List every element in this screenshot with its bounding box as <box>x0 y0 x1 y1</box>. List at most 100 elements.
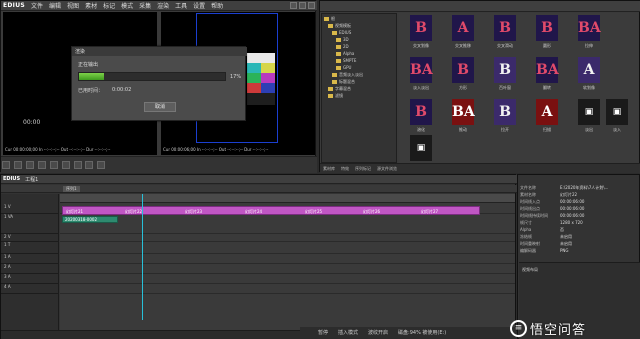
set-in-icon[interactable] <box>2 161 10 169</box>
clip-tile[interactable]: B 方形 <box>441 57 485 95</box>
menu-item-mode[interactable]: 模式 <box>121 1 133 10</box>
track-row <box>60 242 515 254</box>
cancel-button[interactable]: 取消 <box>144 102 176 112</box>
step-back-icon[interactable] <box>37 161 46 169</box>
info-row: 时间线入点 00:00:06:00 <box>520 199 640 205</box>
effect-item[interactable]: 视频布局 <box>522 267 538 273</box>
tab-effects[interactable]: 特效 <box>341 166 349 172</box>
clip-thumbnail: BA <box>452 99 475 125</box>
menu-item-capture[interactable]: 采集 <box>139 1 151 10</box>
clip-caption: 方形 <box>459 85 467 90</box>
track-header[interactable]: 2 V <box>1 234 59 242</box>
playhead[interactable] <box>142 194 143 320</box>
track-header[interactable]: 1 V <box>1 204 59 214</box>
tree-item[interactable]: 字幕混合 <box>328 86 351 92</box>
project-name: 工程1 <box>25 176 39 183</box>
menu-item-view[interactable]: 视图 <box>67 1 79 10</box>
track-header[interactable]: 1 T <box>1 242 59 254</box>
clip-caption: 拉伸 <box>585 43 593 48</box>
track-header[interactable]: 2 A <box>1 264 59 274</box>
elapsed-label: 已用时间： <box>78 88 104 94</box>
clip-tile[interactable]: B 交叉滑动 <box>483 15 527 53</box>
clip-tile[interactable]: A 软划像 <box>567 57 611 95</box>
watermark: ≡ 悟空问答 <box>510 318 638 338</box>
clip-tile[interactable]: B 溶化 <box>399 99 443 137</box>
clip-grid: B 交叉划像 A 交叉推移 B 交叉滑动 B 圆形 BA 拉伸 BA 淡入淡出 B 方形 B百… <box>399 13 639 168</box>
time-ruler[interactable] <box>60 194 515 203</box>
stop-icon[interactable] <box>49 161 58 169</box>
clip-tile[interactable]: B 拉开 <box>483 99 527 137</box>
menu-item-file[interactable]: 文件 <box>31 1 43 10</box>
step-forward-icon[interactable] <box>73 161 82 169</box>
tree-item[interactable]: 根 <box>324 16 335 22</box>
menu-item-clip[interactable]: 素材 <box>85 1 97 10</box>
clip-thumbnail: B <box>452 57 474 83</box>
video-clip[interactable]: 幻灯片21 <box>66 209 83 215</box>
status-insert-mode[interactable]: 插入模式 <box>338 329 358 336</box>
tree-item[interactable]: Alpha <box>336 51 354 56</box>
render-dialog: 渲染 正在输出 17% 已用时间： 0:00:02 取消 <box>71 46 247 121</box>
tree-item[interactable]: 滤镜 <box>328 93 343 99</box>
fast-forward-icon[interactable] <box>85 161 94 169</box>
clip-tile[interactable]: A 交叉推移 <box>441 15 485 53</box>
video-clip[interactable]: 幻灯片25 <box>305 209 322 215</box>
status-playback: 暂停 <box>318 330 329 336</box>
video-clip[interactable]: 幻灯片22 <box>125 209 142 215</box>
maximize-icon[interactable] <box>299 2 306 9</box>
loop-icon[interactable] <box>97 161 106 169</box>
clip-caption: 交叉推移 <box>455 43 471 48</box>
tree-item[interactable]: 视频模板 <box>328 23 351 29</box>
play-icon[interactable] <box>61 161 70 169</box>
tab-bin[interactable]: 素材库 <box>323 166 335 172</box>
rewind-icon[interactable] <box>25 161 34 169</box>
clip-tile[interactable]: BA 推动 <box>441 99 485 137</box>
tree-item[interactable]: 2D <box>336 44 349 49</box>
video-clip[interactable]: 幻灯片27 <box>421 209 438 215</box>
status-ripple[interactable]: 波纹开启 <box>368 329 388 336</box>
video-clip[interactable]: 幻灯片24 <box>245 209 262 215</box>
clip-tile[interactable]: B 百叶窗 <box>483 57 527 95</box>
clip-caption: 拉开 <box>501 127 509 132</box>
info-key: 编解码器 <box>520 248 536 253</box>
tab-sequence[interactable]: 序列1 <box>63 186 80 192</box>
track-header[interactable]: 1 VA <box>1 214 59 234</box>
clip-tile[interactable]: BA 拉伸 <box>567 15 611 53</box>
set-out-icon[interactable] <box>13 161 22 169</box>
video-clip[interactable]: 幻灯片26 <box>363 209 380 215</box>
tree-item[interactable]: 3D <box>336 37 349 42</box>
video-clip-strip[interactable]: 幻灯片21 幻灯片22 幻灯片23 幻灯片24 幻灯片25 幻灯片26 幻灯片2… <box>62 206 480 215</box>
clip-tile[interactable]: ▣ 淡入 <box>595 99 639 137</box>
clip-tile[interactable]: B 圆形 <box>525 15 569 53</box>
audio-clip[interactable]: 20200318-0002 <box>62 216 118 223</box>
tree-item[interactable]: EDIUS <box>332 30 351 35</box>
minimize-icon[interactable] <box>290 2 297 9</box>
tree-item[interactable]: 音频淡入淡出 <box>332 72 363 78</box>
recorder-timecode-bar: Cur 00:00:06;00 In --:--:--;-- Out --:--… <box>163 147 269 152</box>
menu-item-settings[interactable]: 设置 <box>193 1 205 10</box>
track-header[interactable]: 1 A <box>1 254 59 264</box>
tab-source-browser[interactable]: 源文件浏览 <box>377 166 397 172</box>
menu-item-help[interactable]: 帮助 <box>211 1 223 10</box>
tree-item[interactable]: 标题混合 <box>332 79 355 85</box>
track-header[interactable]: 3 A <box>1 274 59 284</box>
menu-item-render[interactable]: 渲染 <box>157 1 169 10</box>
menu-item-tools[interactable]: 工具 <box>175 1 187 10</box>
folder-icon <box>336 66 341 70</box>
info-key: 时间线出点 <box>520 206 540 211</box>
timeline-area[interactable]: 幻灯片21 幻灯片22 幻灯片23 幻灯片24 幻灯片25 幻灯片26 幻灯片2… <box>60 194 515 330</box>
menu-item-edit[interactable]: 编辑 <box>49 1 61 10</box>
menu-item-marker[interactable]: 标记 <box>103 1 115 10</box>
clip-caption: 交叉划像 <box>413 43 429 48</box>
tree-item[interactable]: GPU <box>336 65 351 70</box>
video-clip[interactable]: 幻灯片23 <box>185 209 202 215</box>
track-header[interactable]: 4 A <box>1 284 59 294</box>
tab-sequence-markers[interactable]: 序列标记 <box>355 166 371 172</box>
clip-tile[interactable]: BA 翻转 <box>525 57 569 95</box>
close-icon[interactable] <box>308 2 315 9</box>
clip-tile[interactable]: B 交叉划像 <box>399 15 443 53</box>
tree-item[interactable]: SMPTE <box>336 58 356 63</box>
clip-tile[interactable]: BA 淡入淡出 <box>399 57 443 95</box>
folder-icon <box>336 52 341 56</box>
clip-caption: 溶化 <box>417 127 425 132</box>
clip-tile[interactable]: A 扫描 <box>525 99 569 137</box>
